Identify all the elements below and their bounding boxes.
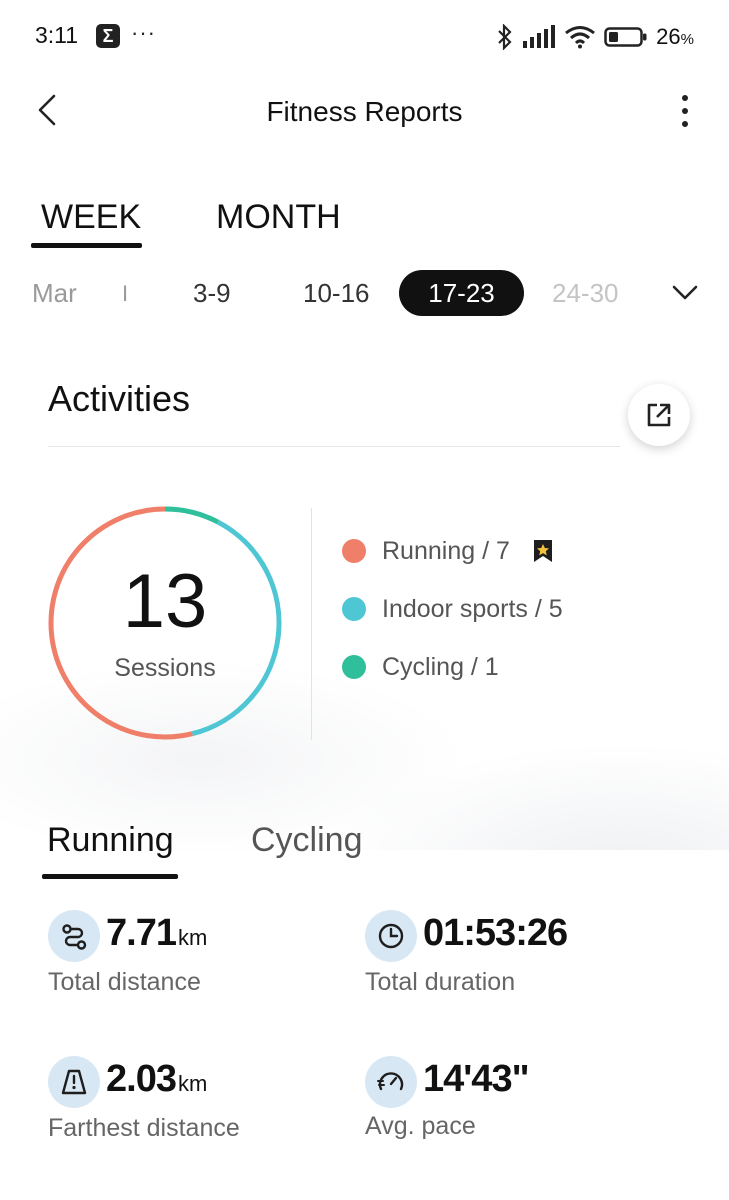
- stat-unit: km: [177, 1071, 208, 1096]
- activity-legend: Running / 7 Indoor sports / 5 Cycling / …: [342, 522, 563, 696]
- week-option-disabled: 24-30: [552, 278, 619, 308]
- stat-farthest-distance: 2.03km Farthest distance: [48, 1056, 348, 1156]
- stat-label: Farthest distance: [48, 1114, 240, 1142]
- tab-running[interactable]: Running: [47, 821, 174, 860]
- stat-label: Avg. pace: [365, 1112, 476, 1140]
- sessions-count: 13: [122, 559, 208, 644]
- tab-indicator: [31, 243, 142, 248]
- status-icons: 26%: [496, 22, 694, 52]
- week-selector: Mar I 3-9 10-16 17-23 24-30: [0, 268, 729, 320]
- stat-value: 7.71km: [106, 912, 208, 954]
- stat-value: 01:53:26: [423, 912, 568, 954]
- vertical-dots-icon: [682, 95, 688, 127]
- legend-item-indoor-sports: Indoor sports / 5: [342, 580, 563, 638]
- share-button[interactable]: [628, 384, 690, 446]
- stat-value: 14'43": [423, 1058, 530, 1100]
- stat-total-distance: 7.71km Total distance: [48, 910, 348, 1010]
- status-bar: 3:11 Σ ··· 26%: [0, 0, 729, 72]
- month-separator: I: [122, 281, 129, 306]
- road-icon: [48, 1056, 100, 1108]
- stat-value: 2.03km: [106, 1058, 208, 1100]
- stat-label: Total distance: [48, 968, 201, 996]
- signal-icon: [523, 25, 556, 48]
- route-icon: [48, 910, 100, 962]
- week-option-selected[interactable]: 17-23: [399, 270, 524, 316]
- month-label: Mar: [32, 278, 77, 308]
- legend-item-cycling: Cycling / 1: [342, 638, 563, 696]
- bluetooth-icon: [498, 24, 512, 50]
- stat-total-duration: 01:53:26 Total duration: [365, 910, 665, 1010]
- stat-label: Total duration: [365, 968, 516, 996]
- week-option[interactable]: 3-9: [193, 278, 231, 309]
- legend-dot: [342, 539, 366, 563]
- divider-vertical: [311, 508, 312, 740]
- status-time: 3:11: [35, 22, 79, 48]
- tab-month[interactable]: MONTH: [216, 198, 341, 237]
- donut-segment-cycling: [164, 506, 220, 525]
- clock-icon: [365, 910, 417, 962]
- legend-item-running: Running / 7: [342, 522, 563, 580]
- overflow-menu-button[interactable]: [677, 94, 693, 128]
- expand-week-picker-button[interactable]: [670, 280, 700, 304]
- divider: [48, 446, 620, 447]
- week-option[interactable]: 10-16: [303, 278, 370, 309]
- tab-week[interactable]: WEEK: [41, 198, 141, 237]
- tab-indicator: [42, 874, 178, 879]
- speedometer-icon: [365, 1056, 417, 1108]
- period-tabs: WEEK MONTH: [0, 190, 729, 250]
- wifi-icon: [565, 26, 596, 49]
- legend-label: Running / 7: [382, 536, 510, 565]
- battery-percent: 26%: [656, 24, 694, 49]
- legend-dot: [342, 597, 366, 621]
- legend-label: Indoor sports / 5: [382, 594, 563, 623]
- more-notifications-icon: ···: [131, 20, 156, 45]
- section-title-activities: Activities: [48, 378, 191, 419]
- sessions-label: Sessions: [114, 654, 216, 682]
- legend-label: Cycling / 1: [382, 652, 499, 681]
- chevron-down-icon: [672, 285, 698, 300]
- top-app-bar: Fitness Reports: [0, 78, 729, 144]
- stat-unit: km: [177, 925, 208, 950]
- external-link-icon: [647, 403, 671, 427]
- bookmark-star-icon: [533, 540, 552, 562]
- page-title: Fitness Reports: [266, 96, 463, 127]
- legend-dot: [342, 655, 366, 679]
- tab-cycling[interactable]: Cycling: [251, 821, 362, 860]
- sigma-icon: Σ: [96, 24, 120, 48]
- stat-avg-pace: 14'43" Avg. pace: [365, 1056, 665, 1156]
- battery-icon: [604, 27, 647, 47]
- sport-tabs: Running Cycling: [0, 815, 729, 885]
